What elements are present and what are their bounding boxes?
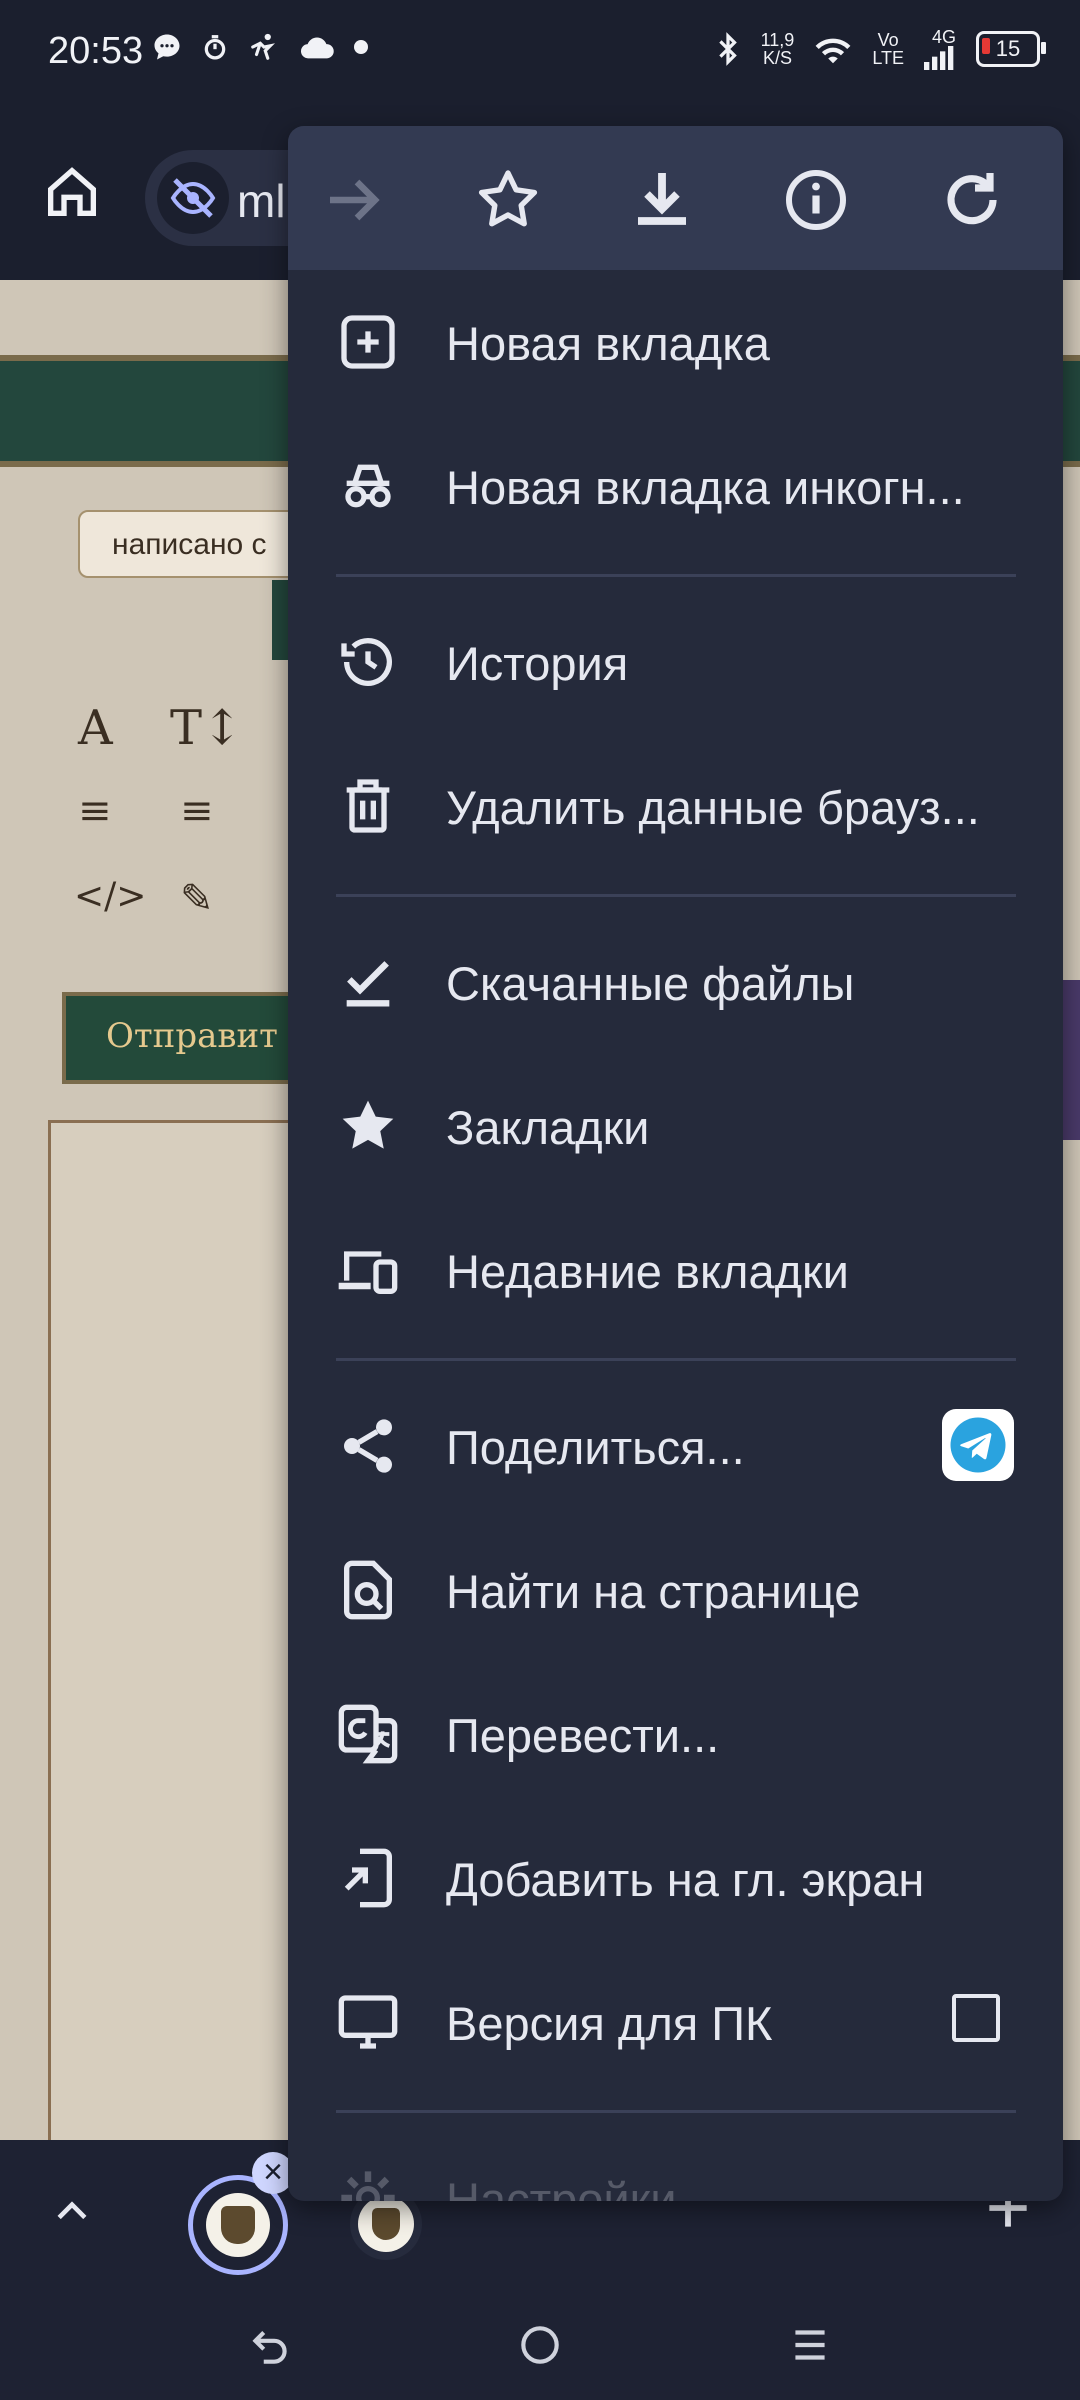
align-right-icon[interactable]: ≡ (180, 788, 214, 834)
menu-divider (336, 2110, 1016, 2113)
volte-indicator: Vo LTE (872, 30, 904, 68)
new-tab-icon (341, 315, 395, 369)
overflow-menu: Новая вкладка Новая вкладка инкогн... Ис… (288, 126, 1063, 2201)
timer-icon (204, 35, 226, 60)
menu-divider (336, 1358, 1016, 1361)
devices-icon (338, 1251, 398, 1294)
chevron-up-icon[interactable] (50, 2190, 94, 2234)
dot-icon (354, 40, 368, 54)
download-icon[interactable] (626, 164, 698, 236)
telegram-share-icon[interactable] (942, 1409, 1014, 1481)
share-icon (344, 1419, 392, 1473)
desktop-icon (338, 1995, 398, 2049)
menu-item-downloads[interactable]: Скачанные файлы (288, 910, 1063, 1054)
eye-off-icon (170, 178, 216, 218)
bluetooth-icon (718, 32, 737, 66)
settings-icon (341, 2171, 395, 2201)
forward-icon[interactable] (318, 164, 390, 236)
incognito-icon (345, 464, 391, 508)
system-nav-bar (0, 2290, 1080, 2400)
status-bar: 20:53 11,9 K/S Vo LTE 4G 15 (0, 0, 1080, 110)
font-tool-icon[interactable]: A (78, 700, 113, 756)
code-icon[interactable]: </> (74, 876, 146, 917)
back-nav-icon[interactable] (245, 2320, 295, 2370)
battery-icon: 15 (976, 31, 1046, 67)
menu-item-desktop-version[interactable]: Версия для ПК (288, 1950, 1063, 2094)
chat-icon (154, 34, 180, 60)
home-icon[interactable] (40, 160, 104, 224)
menu-action-row (288, 126, 1063, 270)
menu-divider (336, 894, 1016, 897)
activity-icon (251, 33, 276, 60)
recents-nav-icon[interactable] (785, 2320, 835, 2370)
history-icon (341, 638, 392, 687)
cloud-icon (300, 37, 334, 59)
site-favicon-icon (358, 2196, 414, 2252)
menu-item-bookmarks[interactable]: Закладки (288, 1054, 1063, 1198)
menu-item-new-incognito-tab[interactable]: Новая вкладка инкогн... (288, 414, 1063, 558)
info-icon[interactable] (780, 164, 852, 236)
site-favicon-icon (206, 2193, 270, 2257)
font-size-tool-icon[interactable]: T↕ (170, 700, 242, 756)
desktop-version-checkbox[interactable] (952, 1994, 1000, 2042)
signal-icon (924, 46, 954, 70)
menu-item-recent-tabs[interactable]: Недавние вкладки (288, 1198, 1063, 1342)
menu-item-add-to-home[interactable]: Добавить на гл. экран (288, 1806, 1063, 1950)
translate-icon (338, 1704, 398, 1764)
home-nav-icon[interactable] (515, 2320, 565, 2370)
menu-item-settings[interactable]: Настройки (288, 2126, 1063, 2201)
add-to-home-icon (344, 1848, 392, 1908)
url-text: ml (237, 175, 286, 227)
bookmark-star-icon[interactable] (472, 164, 544, 236)
trash-icon (346, 779, 390, 833)
menu-item-share[interactable]: Поделиться... (288, 1374, 1063, 1518)
menu-item-find-in-page[interactable]: Найти на странице (288, 1518, 1063, 1662)
menu-item-translate[interactable]: Перевести... (288, 1662, 1063, 1806)
downloads-check-icon (346, 961, 390, 1007)
brush-icon[interactable]: ✎ (180, 876, 214, 922)
menu-divider (336, 574, 1016, 577)
align-center-icon[interactable]: ≡ (78, 788, 112, 834)
reload-icon[interactable] (936, 164, 1008, 236)
star-icon (342, 1100, 394, 1149)
find-in-page-icon (344, 1560, 392, 1620)
incognito-badge (157, 162, 229, 234)
status-time: 20:53 (48, 30, 144, 72)
menu-item-clear-data[interactable]: Удалить данные брауз... (288, 734, 1063, 878)
wifi-icon (815, 38, 851, 64)
menu-item-new-tab[interactable]: Новая вкладка (288, 270, 1063, 414)
telegram-icon (950, 1417, 1006, 1473)
signal-group: 4G (924, 28, 956, 70)
menu-item-history[interactable]: История (288, 590, 1063, 734)
net-speed: 11,9 K/S (760, 30, 795, 68)
